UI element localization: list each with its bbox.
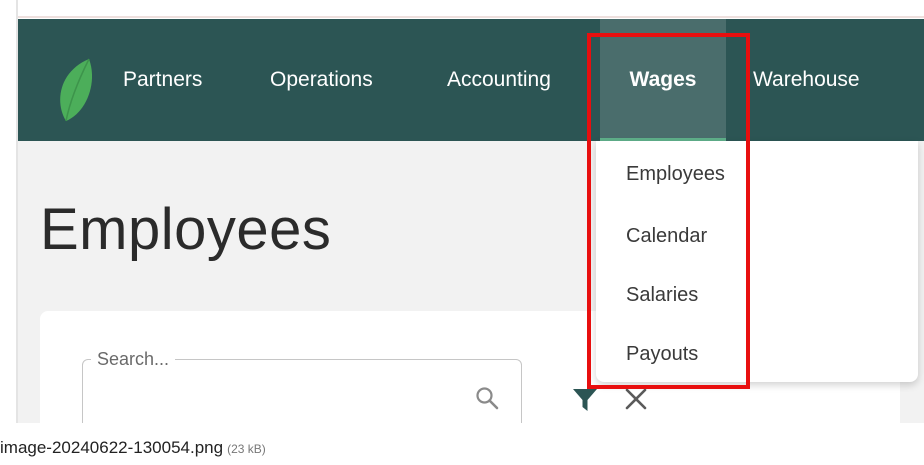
attachment-filename-link[interactable]: image-20240622-130054.png [0, 438, 223, 457]
search-input[interactable]: Search... [82, 346, 522, 423]
close-icon[interactable] [624, 387, 648, 411]
nav-item-accounting[interactable]: Accounting [447, 19, 551, 141]
wages-dropdown-menu: Employees Calendar Salaries Payouts [596, 141, 918, 382]
search-icon[interactable] [475, 386, 499, 410]
top-navbar: Partners Operations Accounting Wages War… [18, 19, 924, 141]
attachment-caption: image-20240622-130054.png (23 kB) [0, 438, 266, 458]
filter-icon[interactable] [572, 387, 598, 413]
menu-item-salaries[interactable]: Salaries [626, 284, 698, 307]
attachment-size: (23 kB) [227, 442, 266, 456]
leaf-logo-icon[interactable] [56, 57, 93, 123]
screenshot-frame: Partners Operations Accounting Wages War… [0, 0, 924, 423]
menu-item-calendar[interactable]: Calendar [626, 225, 707, 248]
search-label: Search... [91, 346, 176, 372]
nav-item-warehouse[interactable]: Warehouse [753, 19, 860, 141]
menu-item-employees[interactable]: Employees [626, 163, 725, 186]
nav-item-partners[interactable]: Partners [123, 19, 202, 141]
menu-item-payouts[interactable]: Payouts [626, 343, 698, 366]
nav-item-wages[interactable]: Wages [600, 19, 726, 141]
nav-item-operations[interactable]: Operations [270, 19, 373, 141]
page-title: Employees [40, 197, 332, 262]
top-border [16, 16, 924, 18]
